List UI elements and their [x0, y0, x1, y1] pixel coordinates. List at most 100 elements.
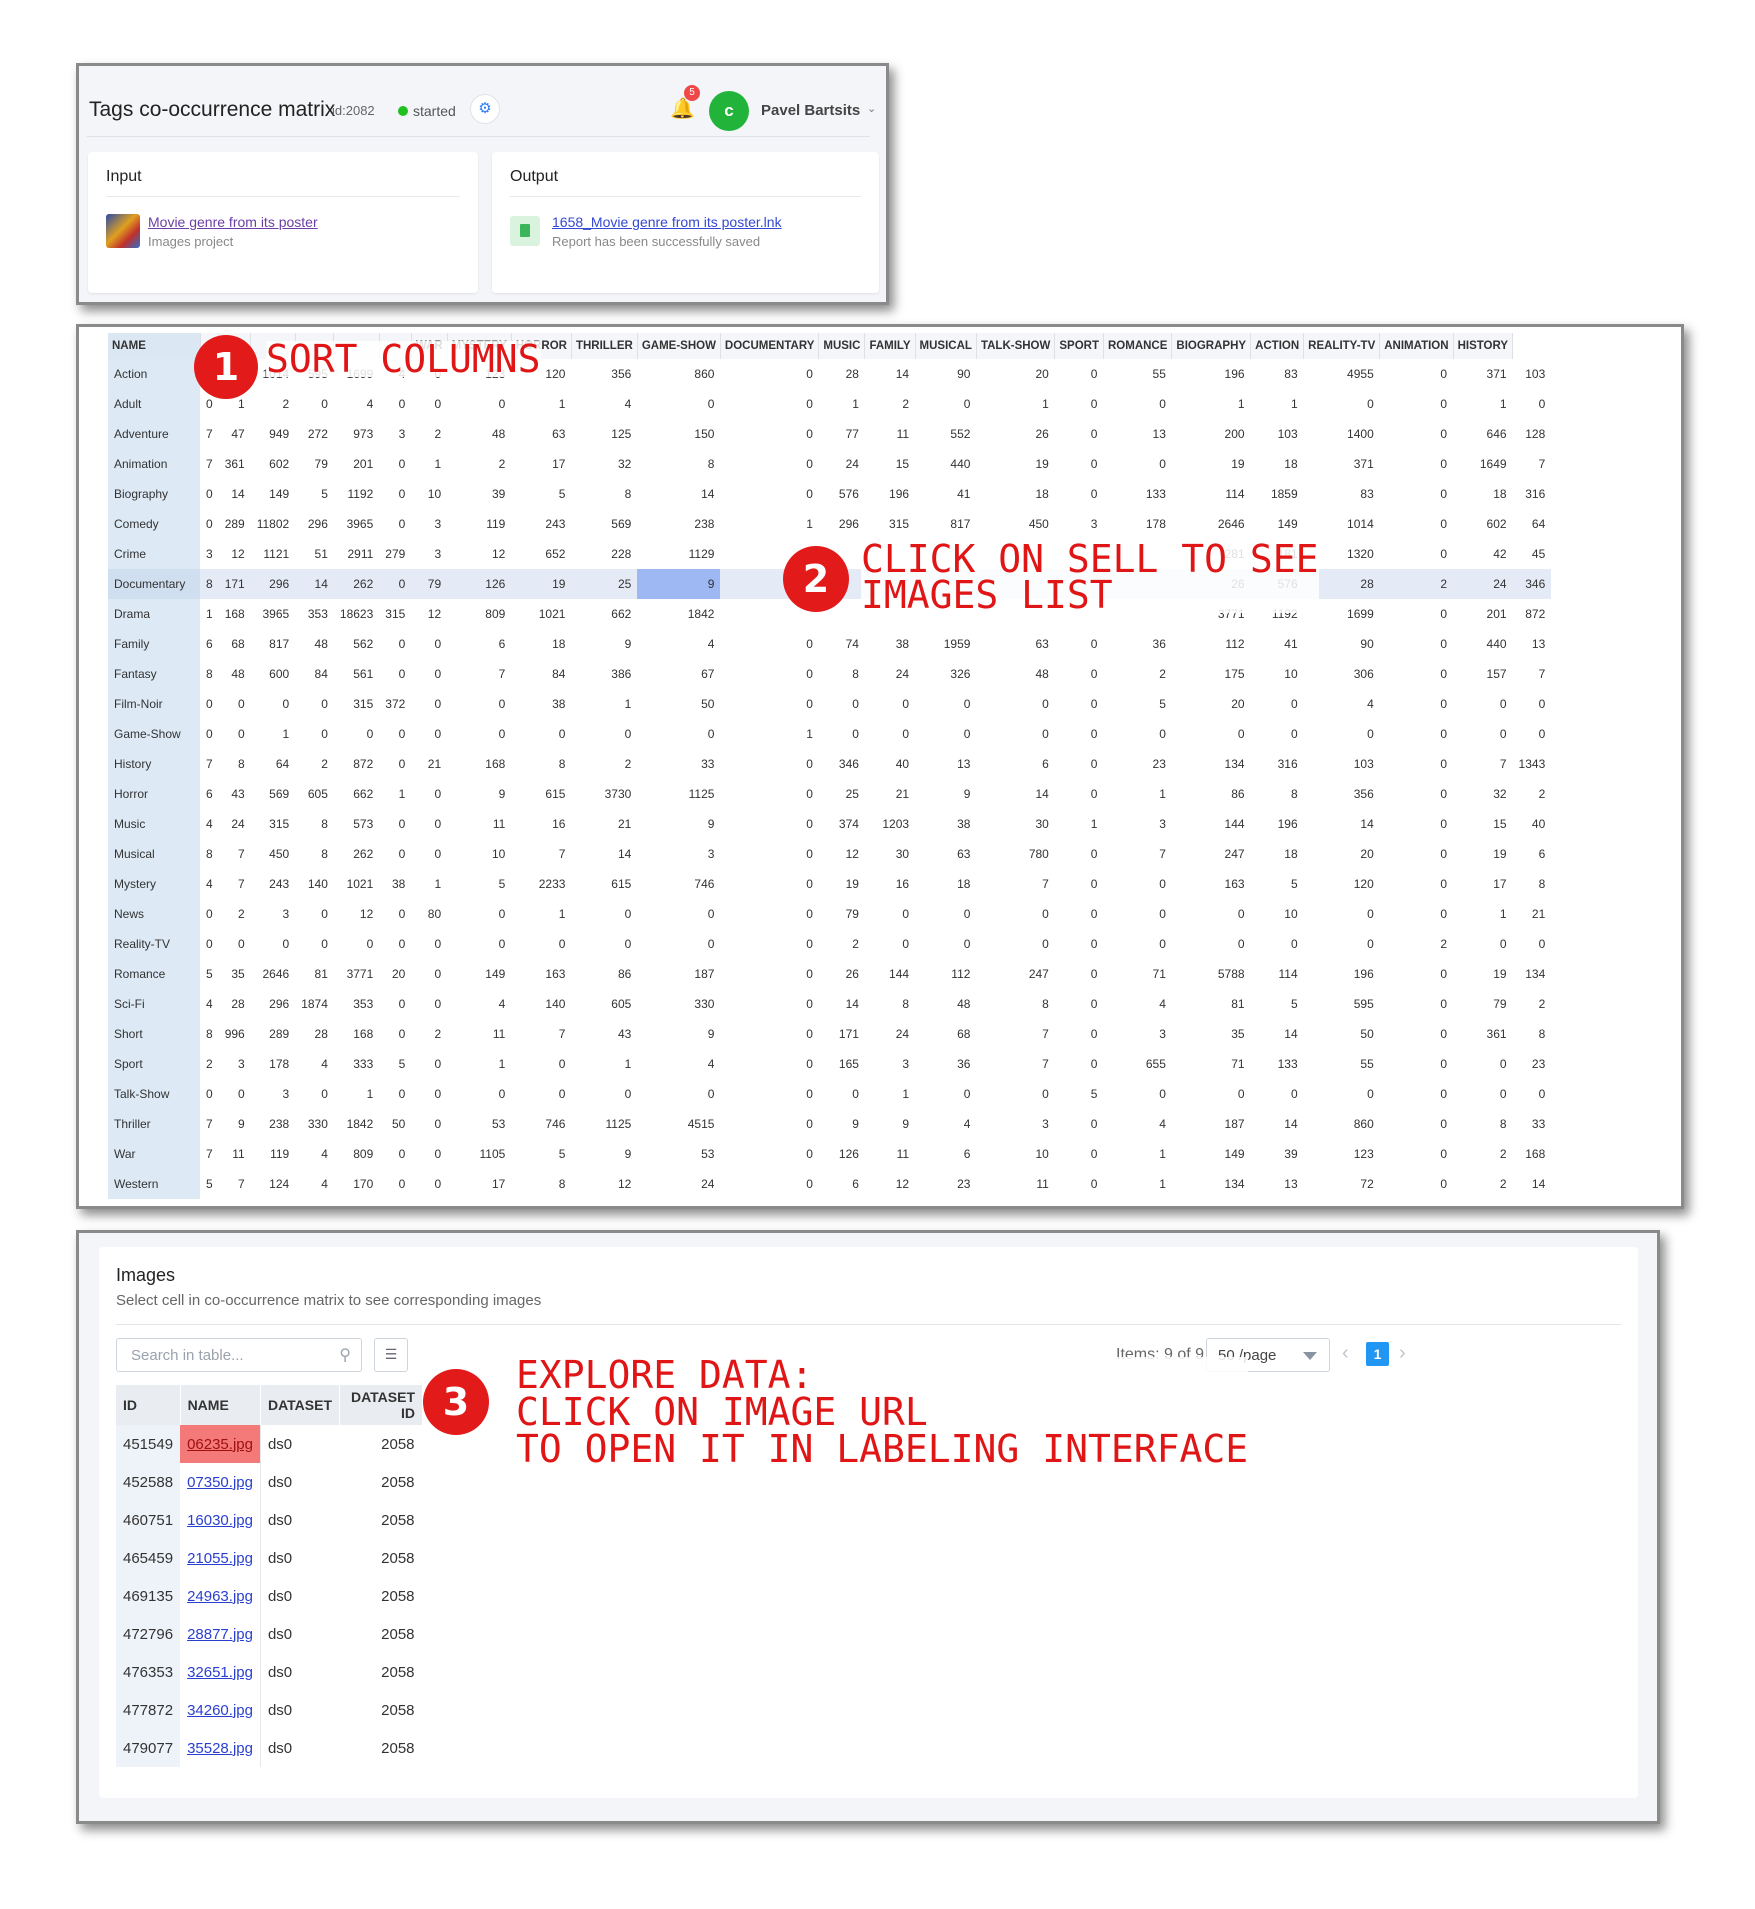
matrix-cell[interactable]: 4 — [295, 1049, 334, 1079]
matrix-cell[interactable]: 0 — [447, 899, 511, 929]
matrix-cell[interactable]: 18 — [1251, 839, 1304, 869]
matrix-cell[interactable]: 0 — [720, 1109, 818, 1139]
matrix-cell[interactable]: 0 — [1304, 899, 1380, 929]
matrix-cell[interactable]: 90 — [1304, 629, 1380, 659]
matrix-cell[interactable]: 279 — [379, 539, 411, 569]
matrix-cell[interactable]: 0 — [819, 719, 865, 749]
matrix-cell[interactable]: 4 — [200, 989, 219, 1019]
matrix-cell[interactable]: 45 — [1513, 539, 1552, 569]
matrix-cell[interactable]: 662 — [571, 599, 637, 629]
matrix-cell[interactable]: 2 — [219, 899, 251, 929]
matrix-cell[interactable]: 201 — [334, 449, 379, 479]
user-name[interactable]: Pavel Bartsits — [761, 102, 860, 119]
matrix-cell[interactable]: 8 — [200, 569, 219, 599]
matrix-cell[interactable]: 168 — [1513, 1139, 1552, 1169]
matrix-cell[interactable]: 0 — [379, 569, 412, 599]
matrix-cell[interactable]: 38 — [915, 809, 976, 839]
matrix-cell[interactable]: 2 — [1513, 779, 1552, 809]
matrix-cell[interactable]: 0 — [915, 1079, 976, 1109]
matrix-cell[interactable]: 0 — [447, 719, 511, 749]
chevron-down-icon[interactable]: ⌄ — [867, 102, 876, 115]
matrix-cell[interactable]: 2 — [1513, 989, 1552, 1019]
matrix-cell[interactable]: 440 — [1453, 629, 1512, 659]
matrix-cell[interactable]: 33 — [637, 749, 720, 779]
matrix-cell[interactable]: 0 — [915, 389, 976, 419]
matrix-cell[interactable]: 14 — [295, 569, 334, 599]
matrix-cell[interactable]: 112 — [1172, 629, 1251, 659]
matrix-cell[interactable]: 5 — [1103, 689, 1171, 719]
matrix-cell[interactable]: 289 — [219, 509, 251, 539]
matrix-cell[interactable]: 0 — [1055, 419, 1104, 449]
column-header[interactable]: MUSICAL — [915, 333, 977, 359]
matrix-cell[interactable]: 14 — [571, 839, 637, 869]
matrix-cell[interactable]: 1125 — [637, 779, 720, 809]
column-header[interactable]: BIOGRAPHY — [1171, 333, 1252, 359]
matrix-cell[interactable]: 296 — [251, 989, 295, 1019]
matrix-cell[interactable]: 8 — [511, 749, 571, 779]
matrix-cell[interactable]: 6 — [200, 779, 219, 809]
matrix-cell[interactable]: 450 — [976, 509, 1054, 539]
matrix-cell[interactable]: 64 — [251, 749, 295, 779]
matrix-cell[interactable]: 28 — [295, 1019, 334, 1049]
matrix-cell[interactable]: 11 — [447, 809, 511, 839]
matrix-cell[interactable]: 272 — [295, 419, 334, 449]
column-header[interactable]: TALK-SHOW — [976, 333, 1056, 359]
matrix-cell[interactable]: 41 — [1251, 629, 1304, 659]
matrix-cell[interactable]: 600 — [251, 659, 295, 689]
matrix-cell[interactable]: 14 — [1251, 1019, 1304, 1049]
matrix-cell[interactable]: 576 — [819, 479, 865, 509]
matrix-cell[interactable]: 9 — [637, 809, 720, 839]
matrix-cell[interactable]: 330 — [295, 1109, 334, 1139]
matrix-cell[interactable]: 0 — [865, 719, 915, 749]
matrix-cell[interactable]: 187 — [1172, 1109, 1251, 1139]
matrix-cell[interactable]: 0 — [1055, 449, 1104, 479]
column-header[interactable]: GAME-SHOW — [637, 333, 721, 359]
matrix-cell[interactable]: 23 — [1513, 1049, 1552, 1079]
matrix-cell[interactable]: 7 — [219, 839, 251, 869]
matrix-cell[interactable]: 5 — [511, 1139, 571, 1169]
matrix-cell[interactable]: 0 — [411, 719, 447, 749]
matrix-cell[interactable]: 6 — [819, 1169, 865, 1199]
matrix-cell[interactable]: 123 — [1304, 1139, 1380, 1169]
matrix-cell[interactable]: 0 — [1380, 389, 1453, 419]
matrix-cell[interactable]: 602 — [1453, 509, 1512, 539]
matrix-cell[interactable]: 40 — [1513, 809, 1552, 839]
matrix-cell[interactable]: 561 — [334, 659, 379, 689]
matrix-cell[interactable]: 0 — [720, 899, 818, 929]
matrix-cell[interactable]: 0 — [295, 929, 334, 959]
matrix-cell[interactable]: 7 — [219, 1169, 251, 1199]
matrix-cell[interactable]: 18 — [1453, 479, 1512, 509]
matrix-cell[interactable]: 552 — [915, 419, 976, 449]
matrix-cell[interactable]: 296 — [819, 509, 865, 539]
matrix-cell[interactable]: 7 — [511, 1019, 571, 1049]
matrix-cell[interactable]: 0 — [1055, 899, 1104, 929]
matrix-cell[interactable]: 356 — [571, 359, 637, 389]
matrix-cell[interactable]: 0 — [379, 749, 411, 779]
matrix-cell[interactable]: 8 — [865, 989, 915, 1019]
matrix-cell[interactable]: 0 — [1453, 719, 1512, 749]
matrix-cell[interactable]: 23 — [1103, 749, 1171, 779]
matrix-cell[interactable]: 0 — [571, 929, 637, 959]
matrix-cell[interactable]: 9 — [865, 1109, 915, 1139]
matrix-cell[interactable]: 50 — [1304, 1019, 1380, 1049]
matrix-cell[interactable]: 0 — [1103, 869, 1171, 899]
matrix-cell[interactable]: 6 — [1513, 839, 1552, 869]
matrix-cell[interactable]: 0 — [976, 689, 1054, 719]
matrix-cell[interactable]: 24 — [865, 1019, 915, 1049]
matrix-cell[interactable]: 1 — [411, 869, 447, 899]
matrix-cell[interactable]: 0 — [637, 929, 720, 959]
matrix-cell[interactable]: 330 — [637, 989, 720, 1019]
matrix-cell[interactable]: 41 — [915, 479, 976, 509]
matrix-cell[interactable]: 0 — [720, 449, 818, 479]
matrix-cell[interactable]: 973 — [334, 419, 379, 449]
matrix-cell[interactable]: 12 — [819, 839, 865, 869]
matrix-cell[interactable]: 80 — [411, 899, 447, 929]
matrix-cell[interactable]: 149 — [1251, 509, 1304, 539]
matrix-cell[interactable]: 817 — [251, 629, 295, 659]
matrix-cell[interactable]: 168 — [447, 749, 511, 779]
matrix-cell[interactable]: 0 — [1380, 1019, 1453, 1049]
matrix-cell[interactable]: 63 — [976, 629, 1054, 659]
matrix-cell[interactable]: 0 — [720, 959, 818, 989]
matrix-cell[interactable]: 6 — [915, 1139, 976, 1169]
matrix-cell[interactable]: 3965 — [251, 599, 295, 629]
